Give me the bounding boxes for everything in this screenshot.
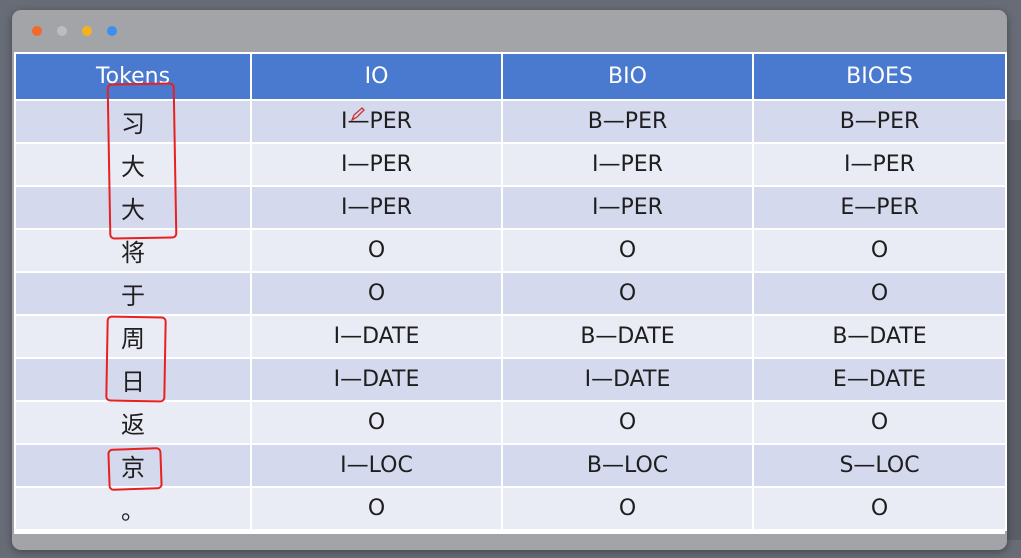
- cell-token: 将: [14, 228, 252, 273]
- cell-io: I—PER: [250, 185, 503, 230]
- header-tokens: Tokens: [14, 52, 252, 101]
- cell-io: O: [250, 271, 503, 316]
- cell-bio: O: [501, 400, 754, 445]
- cell-io: O: [250, 400, 503, 445]
- cell-bioes: O: [752, 486, 1007, 531]
- cell-token: 周: [14, 314, 252, 359]
- header-io: IO: [250, 52, 503, 101]
- cell-bio: B—DATE: [501, 314, 754, 359]
- table-row: 周 I—DATE B—DATE B—DATE: [14, 314, 1007, 359]
- background-strip: [1007, 120, 1021, 540]
- header-bio: BIO: [501, 52, 754, 101]
- cell-bioes: S—LOC: [752, 443, 1007, 488]
- header-row: Tokens IO BIO BIOES: [14, 52, 1007, 101]
- table-row: 。 O O O: [14, 486, 1007, 531]
- cell-io: I—PER: [250, 99, 503, 144]
- table-row: 返OOO: [14, 400, 1007, 445]
- cell-token: 京: [14, 443, 252, 488]
- cell-bio: I—PER: [501, 142, 754, 187]
- table-container: Tokens IO BIO BIOES 习 I—PER B—PER B—PER 大 I—P…: [14, 52, 1007, 534]
- cell-bioes: O: [752, 228, 1007, 273]
- table-row: 于OOO: [14, 271, 1007, 316]
- cell-bio: O: [501, 228, 754, 273]
- cell-token: 返: [14, 400, 252, 445]
- cell-bioes: O: [752, 400, 1007, 445]
- minimize-dot-icon[interactable]: [57, 26, 67, 36]
- extra-dot-icon[interactable]: [107, 26, 117, 36]
- cell-bio: O: [501, 271, 754, 316]
- table-row: 日 I—DATE I—DATE E—DATE: [14, 357, 1007, 402]
- cell-bioes: E—DATE: [752, 357, 1007, 402]
- cell-token: 大: [14, 185, 252, 230]
- cell-bio: B—PER: [501, 99, 754, 144]
- cell-io: I—LOC: [250, 443, 503, 488]
- cell-bioes: O: [752, 271, 1007, 316]
- table-row: 大 I—PER I—PER E—PER: [14, 185, 1007, 230]
- cell-io: I—DATE: [250, 357, 503, 402]
- ner-tagging-table: Tokens IO BIO BIOES 习 I—PER B—PER B—PER 大 I—P…: [14, 52, 1007, 531]
- cell-io: I—DATE: [250, 314, 503, 359]
- cell-bio: O: [501, 486, 754, 531]
- maximize-dot-icon[interactable]: [82, 26, 92, 36]
- cell-io: O: [250, 486, 503, 531]
- table-row: 习 I—PER B—PER B—PER: [14, 99, 1007, 144]
- cell-token: 习: [14, 99, 252, 144]
- pen-icon: [350, 107, 365, 122]
- cell-io: O: [250, 228, 503, 273]
- cell-io: I—PER: [250, 142, 503, 187]
- cell-token: 日: [14, 357, 252, 402]
- cell-token: 于: [14, 271, 252, 316]
- cell-bioes: B—PER: [752, 99, 1007, 144]
- table-row: 京 I—LOC B—LOC S—LOC: [14, 443, 1007, 488]
- header-bioes: BIOES: [752, 52, 1007, 101]
- table-row: 将OOO: [14, 228, 1007, 273]
- title-bar: [12, 10, 1007, 52]
- close-dot-icon[interactable]: [32, 26, 42, 36]
- cell-bio: I—DATE: [501, 357, 754, 402]
- cell-bio: I—PER: [501, 185, 754, 230]
- cell-bioes: I—PER: [752, 142, 1007, 187]
- table-row: 大 I—PER I—PER I—PER: [14, 142, 1007, 187]
- cell-token: 。: [14, 486, 252, 531]
- cell-bio: B—LOC: [501, 443, 754, 488]
- cell-bioes: E—PER: [752, 185, 1007, 230]
- presentation-window: Tokens IO BIO BIOES 习 I—PER B—PER B—PER 大 I—P…: [12, 10, 1007, 550]
- cell-bioes: B—DATE: [752, 314, 1007, 359]
- cell-token: 大: [14, 142, 252, 187]
